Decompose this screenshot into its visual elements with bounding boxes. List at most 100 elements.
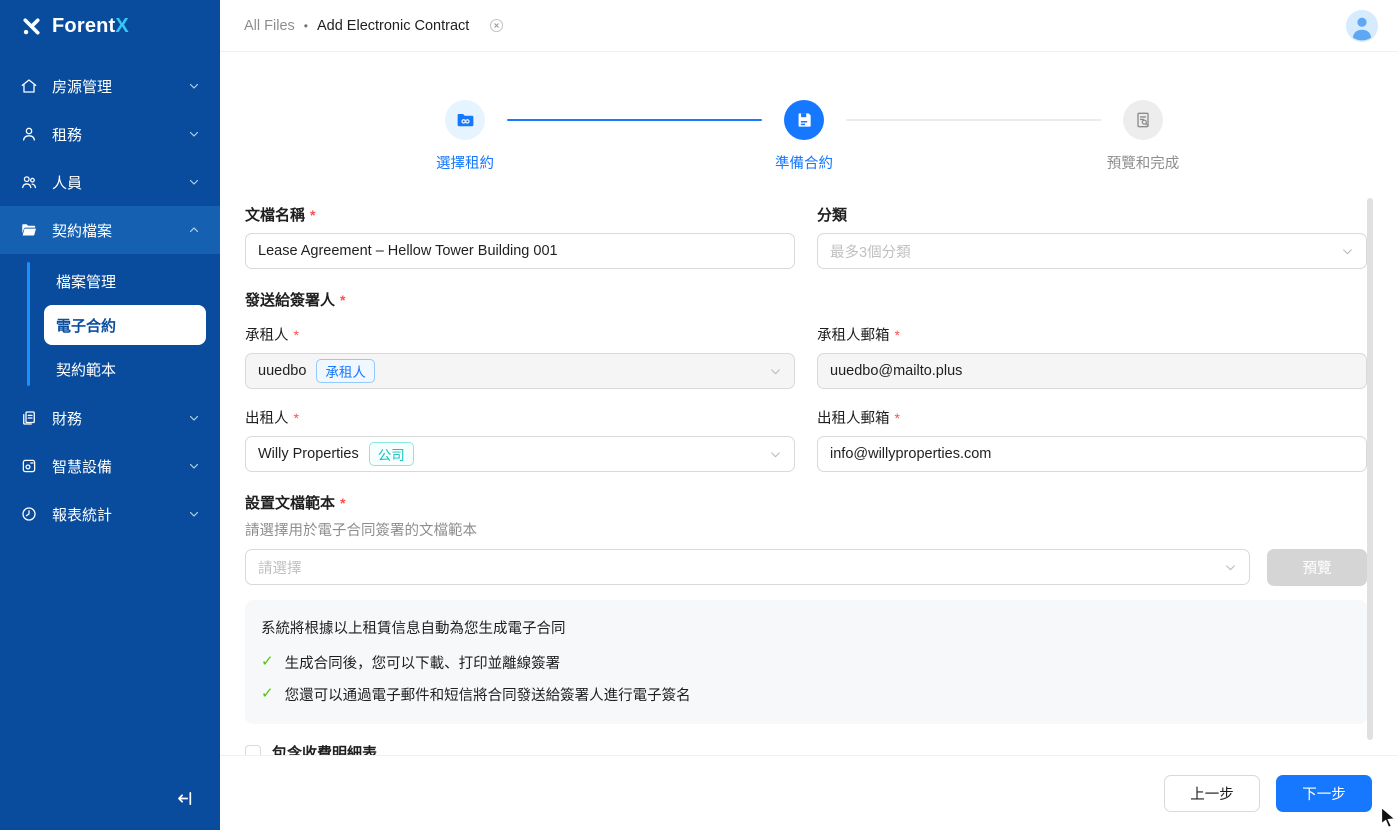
breadcrumb-separator: • <box>304 19 308 33</box>
step1-label: 選擇租約 <box>395 152 535 173</box>
info-point-text: 您還可以通過電子郵件和短信將合同發送給簽署人進行電子簽名 <box>285 684 691 705</box>
brand-logo: ForentX <box>0 0 220 52</box>
sidebar-item-label: 智慧設備 <box>52 456 188 477</box>
chevron-down-icon <box>188 460 200 472</box>
sidebar-item-contract-files[interactable]: 契約檔案 <box>0 206 220 254</box>
chevron-down-icon <box>188 176 200 188</box>
fee-schedule-group: 包含收費明細表 注：該時間表基於最初的協定，不包括後來的調整。仔細審查，因為它將… <box>245 742 1367 755</box>
signers-section-heading: 發送給簽署人* <box>245 289 1367 310</box>
landlord-field-group: 出租人* Willy Properties 公司 <box>245 407 795 472</box>
landlord-select[interactable]: Willy Properties 公司 <box>245 436 795 472</box>
submenu-indicator-line <box>27 262 30 386</box>
category-placeholder: 最多3個分類 <box>830 241 911 262</box>
file-search-icon <box>1133 110 1153 130</box>
user-avatar-icon <box>1346 10 1378 42</box>
device-icon <box>20 457 38 475</box>
brand-x-icon <box>20 15 43 38</box>
sidebar-item-smart-devices[interactable]: 智慧設備 <box>0 442 220 490</box>
chevron-down-icon <box>188 80 200 92</box>
template-select-row: 請選擇 預覽 <box>245 549 1367 586</box>
landlord-email-field-group: 出租人郵箱* <box>817 407 1367 472</box>
sidebar-item-label: 人員 <box>52 172 188 193</box>
category-select[interactable]: 最多3個分類 <box>817 233 1367 269</box>
preview-button[interactable]: 預覽 <box>1267 549 1367 586</box>
template-placeholder: 請選擇 <box>258 557 302 578</box>
landlord-company-tag: 公司 <box>369 442 414 466</box>
category-field-group: 分類 最多3個分類 <box>817 204 1367 269</box>
sidebar-item-file-management[interactable]: 檔案管理 <box>0 259 220 303</box>
chevron-down-icon <box>1341 245 1354 258</box>
team-icon <box>20 173 38 191</box>
contract-save-icon <box>794 110 814 130</box>
contract-form: 文檔名稱* 分類 最多3個分類 發送給簽署人* 承租人* uuedbo 承租人 <box>220 192 1398 755</box>
step2-circle[interactable] <box>784 100 824 140</box>
sidebar-item-reports[interactable]: 報表統計 <box>0 490 220 538</box>
previous-step-button[interactable]: 上一步 <box>1164 775 1260 812</box>
required-mark: * <box>895 327 900 343</box>
sidebar-item-label: 契約檔案 <box>52 220 188 241</box>
required-mark: * <box>294 410 299 426</box>
sidebar-item-label: 租務 <box>52 124 188 145</box>
required-mark: * <box>340 495 345 511</box>
info-point-text: 生成合同後，您可以下載、打印並離線簽署 <box>285 652 561 673</box>
landlord-value: Willy Properties <box>258 446 359 462</box>
wizard-content: 選擇租約 準備合約 預覽和完成 文檔名稱* 分類 最多3個分類 發送給簽署人* <box>220 52 1398 755</box>
generation-info-box: 系統將根據以上租賃信息自動為您生成電子合同 ✓ 生成合同後，您可以下載、打印並離… <box>245 600 1367 724</box>
sidebar-item-contract-template[interactable]: 契約範本 <box>0 347 220 391</box>
chevron-up-icon <box>188 224 200 236</box>
step1-circle[interactable] <box>445 100 485 140</box>
sidebar-item-label: 報表統計 <box>52 504 188 525</box>
tenant-value: uuedbo <box>258 363 306 379</box>
template-section-heading: 設置文檔範本* <box>245 492 1367 513</box>
mouse-cursor <box>1378 806 1398 830</box>
template-select[interactable]: 請選擇 <box>245 549 1250 585</box>
doc-name-input[interactable] <box>245 233 795 269</box>
required-mark: * <box>340 292 345 308</box>
sidebar-item-electronic-contract[interactable]: 電子合約 <box>44 305 206 345</box>
landlord-email-input[interactable] <box>817 436 1367 472</box>
stepper: 選擇租約 準備合約 預覽和完成 <box>220 100 1398 192</box>
wizard-footer: 上一步 下一步 <box>220 755 1398 830</box>
breadcrumb-current: Add Electronic Contract <box>317 18 469 34</box>
tenant-select[interactable]: uuedbo 承租人 <box>245 353 795 389</box>
required-mark: * <box>294 327 299 343</box>
landlord-email-label: 出租人郵箱* <box>817 407 1367 428</box>
tenant-field-group: 承租人* uuedbo 承租人 <box>245 324 795 389</box>
breadcrumb-all-files[interactable]: All Files <box>244 18 295 34</box>
user-avatar[interactable] <box>1346 10 1378 42</box>
next-step-button[interactable]: 下一步 <box>1276 775 1372 812</box>
tenant-email-label: 承租人郵箱* <box>817 324 1367 345</box>
tenant-email-input[interactable] <box>817 353 1367 389</box>
sidebar-item-people[interactable]: 人員 <box>0 158 220 206</box>
sidebar-item-label: 房源管理 <box>52 76 188 97</box>
category-label: 分類 <box>817 204 1367 225</box>
step3-circle[interactable] <box>1123 100 1163 140</box>
sidebar-item-tenancy[interactable]: 租務 <box>0 110 220 158</box>
collapse-sidebar-icon[interactable] <box>175 788 196 809</box>
tenant-label: 承租人* <box>245 324 795 345</box>
sidebar: ForentX 房源管理 租務 人員 契約檔案 檔案管理 電子合約 契約範本 <box>0 0 220 830</box>
info-point: ✓ 您還可以通過電子郵件和短信將合同發送給簽署人進行電子簽名 <box>261 684 1351 705</box>
check-icon: ✓ <box>261 684 274 704</box>
report-icon <box>20 505 38 523</box>
sidebar-item-properties[interactable]: 房源管理 <box>0 62 220 110</box>
scrollbar-thumb[interactable] <box>1367 198 1373 740</box>
check-icon: ✓ <box>261 652 274 672</box>
chevron-down-icon <box>769 448 782 461</box>
step2-label: 準備合約 <box>734 152 874 173</box>
template-hint: 請選擇用於電子合同簽署的文檔範本 <box>245 519 1367 540</box>
tenant-role-tag: 承租人 <box>316 359 375 383</box>
user-icon <box>20 125 38 143</box>
step-connector-2 <box>846 119 1101 121</box>
chevron-down-icon <box>188 128 200 140</box>
main-area: All Files • Add Electronic Contract <box>220 0 1398 830</box>
sidebar-item-finance[interactable]: 財務 <box>0 394 220 442</box>
circle-close-icon[interactable] <box>488 17 505 34</box>
finance-icon <box>20 409 38 427</box>
sidebar-item-label: 財務 <box>52 408 188 429</box>
chevron-down-icon <box>1224 561 1237 574</box>
sidebar-menu: 房源管理 租務 人員 契約檔案 檔案管理 電子合約 契約範本 財務 <box>0 52 220 766</box>
fee-schedule-checkbox[interactable] <box>245 745 261 756</box>
home-icon <box>20 77 38 95</box>
doc-name-label: 文檔名稱* <box>245 204 795 225</box>
